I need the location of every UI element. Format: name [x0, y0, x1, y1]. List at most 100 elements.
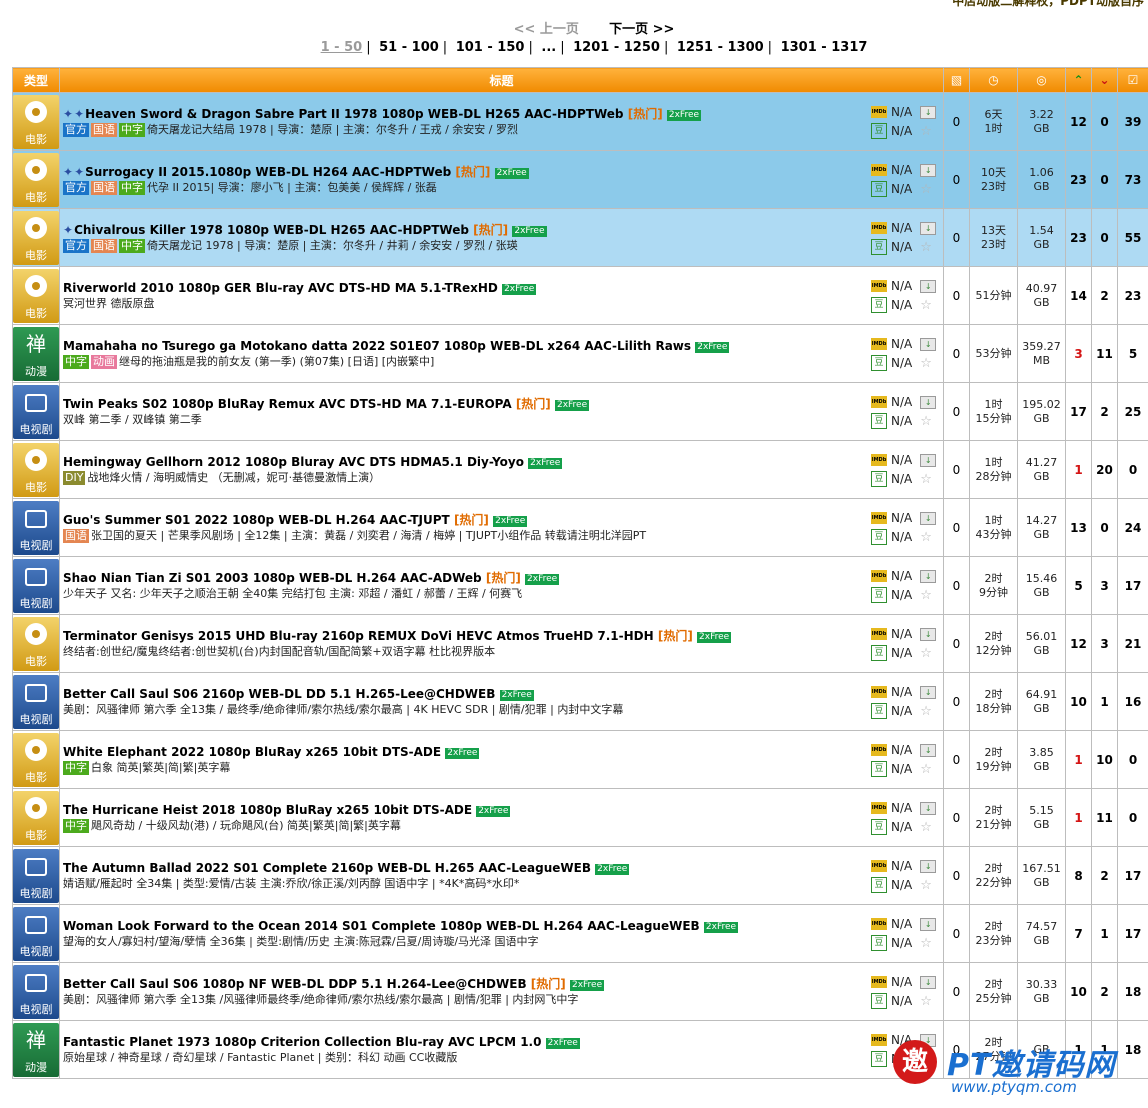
comments-count[interactable]: 0 — [943, 382, 970, 441]
download-icon[interactable]: ↓ — [920, 801, 937, 815]
torrent-title-link[interactable]: Better Call Saul S06 1080p NF WEB-DL DDP… — [63, 977, 527, 991]
douban-icon[interactable]: 豆 — [871, 935, 887, 951]
seeders-count[interactable]: 1 — [1065, 1020, 1092, 1079]
bookmark-star-icon[interactable]: ☆ — [920, 182, 932, 197]
douban-icon[interactable]: 豆 — [871, 761, 887, 777]
completed-count[interactable]: 18 — [1117, 962, 1148, 1021]
imdb-icon[interactable]: IMDb — [871, 338, 887, 350]
bookmark-star-icon[interactable]: ☆ — [920, 356, 932, 371]
seeders-count[interactable]: 13 — [1065, 498, 1092, 557]
page-range-link[interactable]: 101 - 150 — [456, 40, 525, 55]
imdb-icon[interactable]: IMDb — [871, 396, 887, 408]
leechers-count[interactable]: 2 — [1091, 382, 1118, 441]
category-cell[interactable]: 电影 — [12, 150, 60, 209]
download-icon[interactable]: ↓ — [920, 1033, 937, 1047]
seeders-count[interactable]: 12 — [1065, 614, 1092, 673]
comments-count[interactable]: 0 — [943, 556, 970, 615]
category-badge[interactable]: 电影 — [13, 790, 59, 845]
table-row[interactable]: 电影 White Elephant 2022 1080p BluRay x265 … — [12, 730, 1148, 789]
completed-count[interactable]: 17 — [1117, 846, 1148, 905]
completed-count[interactable]: 0 — [1117, 730, 1148, 789]
category-cell[interactable]: 电影 — [12, 208, 60, 267]
completed-count[interactable]: 23 — [1117, 266, 1148, 325]
category-cell[interactable]: 电影 — [12, 614, 60, 673]
leechers-count[interactable]: 1 — [1091, 904, 1118, 963]
comments-count[interactable]: 0 — [943, 208, 970, 267]
leechers-count[interactable]: 0 — [1091, 498, 1118, 557]
bookmark-star-icon[interactable]: ☆ — [920, 414, 932, 429]
imdb-icon[interactable]: IMDb — [871, 1034, 887, 1046]
comments-count[interactable]: 0 — [943, 498, 970, 557]
category-badge[interactable]: 电影 — [13, 616, 59, 671]
leechers-count[interactable]: 1 — [1091, 1020, 1118, 1079]
category-cell[interactable]: 电视剧 — [12, 962, 60, 1021]
download-icon[interactable]: ↓ — [920, 337, 937, 351]
torrent-title-link[interactable]: Chivalrous Killer 1978 1080p WEB-DL H265… — [74, 223, 469, 237]
table-row[interactable]: 电影 Hemingway Gellhorn 2012 1080p Bluray A… — [12, 440, 1148, 499]
table-row[interactable]: 电影 ✦✦Heaven Sword & Dragon Sabre Part II … — [12, 92, 1148, 151]
torrent-title-link[interactable]: Mamahaha no Tsurego ga Motokano datta 20… — [63, 339, 691, 353]
seeders-count[interactable]: 17 — [1065, 382, 1092, 441]
imdb-icon[interactable]: IMDb — [871, 164, 887, 176]
leechers-count[interactable]: 20 — [1091, 440, 1118, 499]
comments-count[interactable]: 0 — [943, 92, 970, 151]
col-leechers[interactable]: ⌄ — [1091, 67, 1118, 93]
douban-icon[interactable]: 豆 — [871, 645, 887, 661]
bookmark-star-icon[interactable]: ☆ — [920, 878, 932, 893]
category-badge[interactable]: 电视剧 — [13, 500, 59, 555]
category-badge[interactable]: 电视剧 — [13, 906, 59, 961]
category-badge[interactable]: 电视剧 — [13, 674, 59, 729]
table-row[interactable]: 电影 Terminator Genisys 2015 UHD Blu-ray 21… — [12, 614, 1148, 673]
imdb-icon[interactable]: IMDb — [871, 454, 887, 466]
category-cell[interactable]: 电影 — [12, 266, 60, 325]
imdb-icon[interactable]: IMDb — [871, 280, 887, 292]
imdb-icon[interactable]: IMDb — [871, 628, 887, 640]
completed-count[interactable]: 0 — [1117, 788, 1148, 847]
table-row[interactable]: 禅动漫 Mamahaha no Tsurego ga Motokano datta… — [12, 324, 1148, 383]
download-icon[interactable]: ↓ — [920, 743, 937, 757]
seeders-count[interactable]: 14 — [1065, 266, 1092, 325]
download-icon[interactable]: ↓ — [920, 569, 937, 583]
torrent-title-link[interactable]: Fantastic Planet 1973 1080p Criterion Co… — [63, 1035, 541, 1049]
download-icon[interactable]: ↓ — [920, 627, 937, 641]
category-badge[interactable]: 电影 — [13, 268, 59, 323]
download-icon[interactable]: ↓ — [920, 685, 937, 699]
comments-count[interactable]: 0 — [943, 846, 970, 905]
seeders-count[interactable]: 1 — [1065, 440, 1092, 499]
leechers-count[interactable]: 2 — [1091, 846, 1118, 905]
page-range-link[interactable]: 1301 - 1317 — [781, 40, 868, 55]
next-page-link[interactable]: 下一页 >> — [609, 22, 674, 37]
torrent-title-link[interactable]: Twin Peaks S02 1080p BluRay Remux AVC DT… — [63, 397, 512, 411]
seeders-count[interactable]: 3 — [1065, 324, 1092, 383]
download-icon[interactable]: ↓ — [920, 163, 937, 177]
completed-count[interactable]: 0 — [1117, 440, 1148, 499]
leechers-count[interactable]: 11 — [1091, 324, 1118, 383]
douban-icon[interactable]: 豆 — [871, 181, 887, 197]
category-cell[interactable]: 电视剧 — [12, 498, 60, 557]
comments-count[interactable]: 0 — [943, 962, 970, 1021]
leechers-count[interactable]: 1 — [1091, 672, 1118, 731]
category-badge[interactable]: 电影 — [13, 442, 59, 497]
leechers-count[interactable]: 0 — [1091, 208, 1118, 267]
seeders-count[interactable]: 23 — [1065, 208, 1092, 267]
category-cell[interactable]: 电视剧 — [12, 904, 60, 963]
download-icon[interactable]: ↓ — [920, 917, 937, 931]
torrent-title-link[interactable]: The Hurricane Heist 2018 1080p BluRay x2… — [63, 803, 472, 817]
douban-icon[interactable]: 豆 — [871, 471, 887, 487]
leechers-count[interactable]: 0 — [1091, 92, 1118, 151]
imdb-icon[interactable]: IMDb — [871, 222, 887, 234]
completed-count[interactable]: 16 — [1117, 672, 1148, 731]
table-row[interactable]: 电视剧 Twin Peaks S02 1080p BluRay Remux AVC… — [12, 382, 1148, 441]
category-badge[interactable]: 禅动漫 — [13, 1022, 59, 1077]
bookmark-star-icon[interactable]: ☆ — [920, 472, 932, 487]
download-icon[interactable]: ↓ — [920, 511, 937, 525]
page-range-link[interactable]: 1251 - 1300 — [677, 40, 764, 55]
category-badge[interactable]: 电影 — [13, 94, 59, 149]
leechers-count[interactable]: 3 — [1091, 556, 1118, 615]
download-icon[interactable]: ↓ — [920, 279, 937, 293]
table-row[interactable]: 电视剧 Woman Look Forward to the Ocean 2014 … — [12, 904, 1148, 963]
page-range-link[interactable]: 1201 - 1250 — [573, 40, 660, 55]
douban-icon[interactable]: 豆 — [871, 587, 887, 603]
download-icon[interactable]: ↓ — [920, 221, 937, 235]
col-size[interactable]: ◎ — [1017, 67, 1066, 93]
